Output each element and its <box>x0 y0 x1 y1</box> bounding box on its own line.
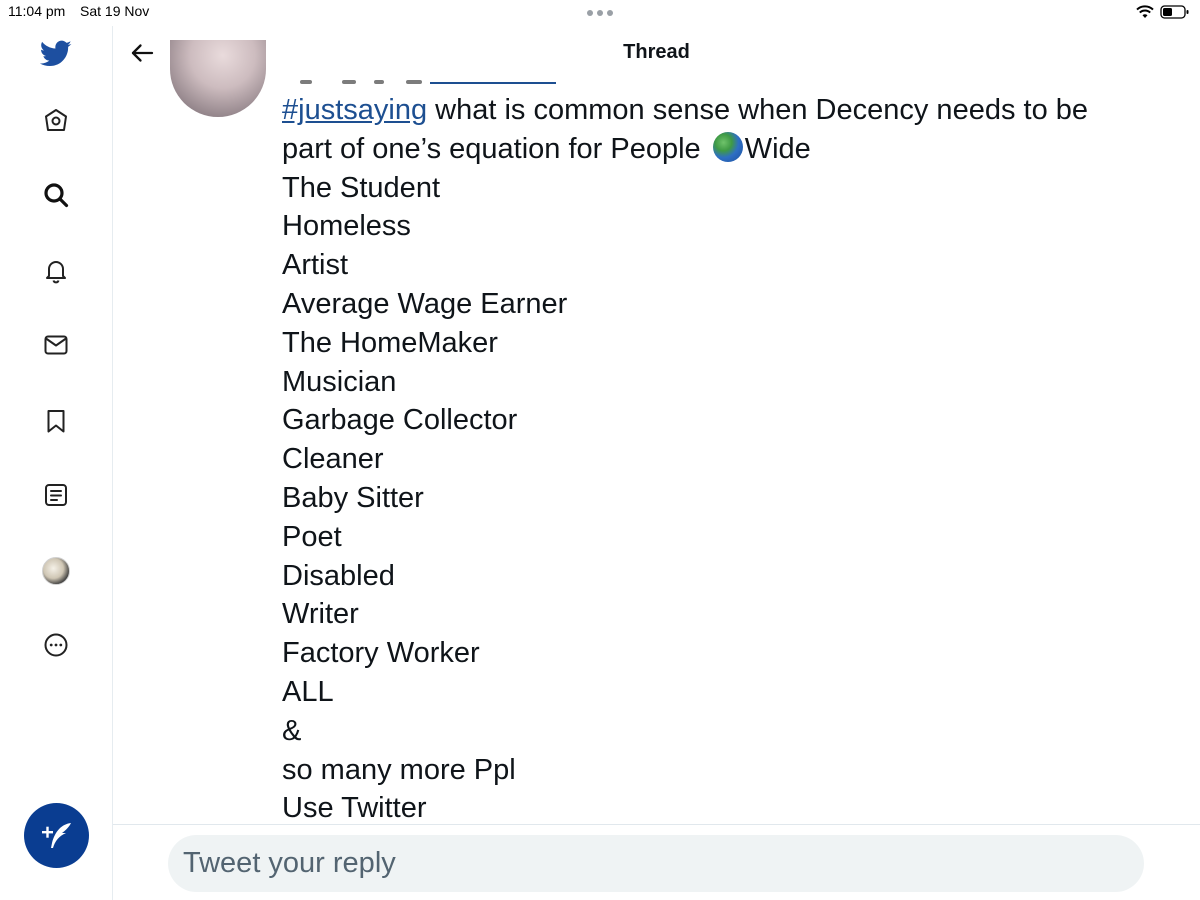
list-item: Garbage Collector <box>282 404 518 437</box>
list-item: & <box>282 714 302 747</box>
compose-tweet-icon <box>41 822 71 848</box>
more-icon[interactable] <box>40 629 72 661</box>
profile-avatar[interactable] <box>42 557 70 585</box>
list-item: so many more Ppl <box>282 753 516 786</box>
sidebar-nav <box>0 26 113 900</box>
wifi-icon <box>1136 5 1154 18</box>
list-item: Artist <box>282 249 349 282</box>
bookmark-icon[interactable] <box>40 405 72 437</box>
status-date: Sat 19 Nov <box>80 3 150 19</box>
tweet-text-segment: Wide <box>744 132 811 165</box>
tweet-text-segment: what is common sense when Decency needs … <box>427 94 1089 126</box>
list-item: Cleaner <box>282 443 384 476</box>
list-item: Musician <box>282 365 397 398</box>
reply-bar <box>113 824 1200 900</box>
messages-mail-icon[interactable] <box>40 329 72 361</box>
tweet-line: part of one’s equation for People Wide <box>282 130 1162 169</box>
list-item: Use Twitter <box>282 792 427 825</box>
globe-asia-australia-icon <box>712 131 743 162</box>
list-item: Disabled <box>282 559 395 592</box>
twitter-logo-icon[interactable] <box>40 38 72 70</box>
list-item: Homeless <box>282 210 411 243</box>
status-time: 11:04 pm <box>8 3 66 19</box>
hashtag-link[interactable]: #justsaying <box>282 94 427 126</box>
search-icon[interactable] <box>40 179 72 211</box>
status-indicators <box>1136 4 1190 20</box>
tweet-author-avatar[interactable] <box>170 40 266 117</box>
tweet-line: #justsaying what is common sense when De… <box>282 91 1162 130</box>
status-bar: 11:04 pm Sat 19 Nov <box>0 0 1200 26</box>
list-item: Poet <box>282 520 342 553</box>
battery-icon <box>1160 5 1189 19</box>
list-item: The Student <box>282 171 440 204</box>
tweet-author-handle-row[interactable] <box>282 78 562 84</box>
page-title: Thread <box>623 41 690 63</box>
tweet-text: #justsaying what is common sense when De… <box>282 91 1162 828</box>
home-icon[interactable] <box>40 104 72 136</box>
list-item: Average Wage Earner <box>282 287 568 320</box>
list-item: Baby Sitter <box>282 481 424 514</box>
lists-icon[interactable] <box>40 479 72 511</box>
list-item: Writer <box>282 598 359 631</box>
thread-header: Thread <box>113 26 1200 78</box>
tweet-list: The Student Homeless Artist Average Wage… <box>282 169 1162 829</box>
list-item: Factory Worker <box>282 637 480 670</box>
list-item: The HomeMaker <box>282 326 498 359</box>
notifications-bell-icon[interactable] <box>40 255 72 287</box>
reply-input[interactable] <box>168 835 1144 892</box>
list-item: ALL <box>282 675 334 708</box>
multitasking-dots-icon[interactable] <box>587 8 615 18</box>
tweet-text-segment: part of one’s equation for People <box>282 132 709 165</box>
compose-tweet-button[interactable] <box>24 803 89 868</box>
